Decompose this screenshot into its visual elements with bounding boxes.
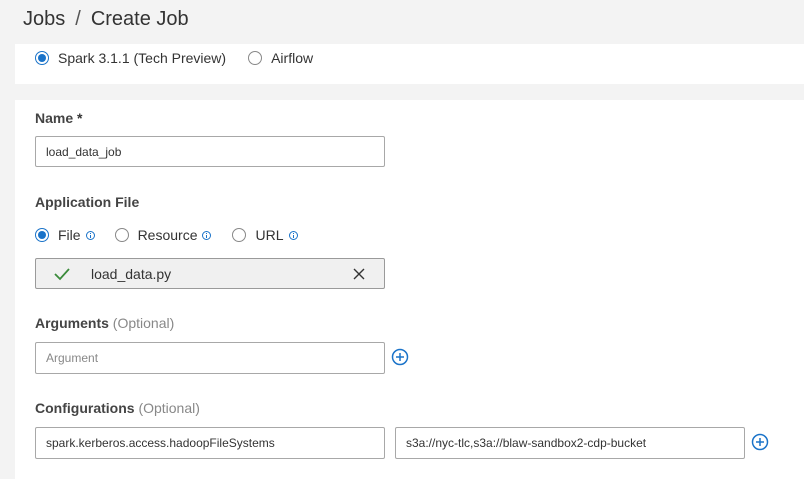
- radio-airflow[interactable]: Airflow: [248, 50, 313, 66]
- page-title: Create Job: [90, 8, 189, 30]
- resource-radio-label: Resource: [137, 227, 198, 243]
- info-icon[interactable]: [202, 230, 212, 240]
- uploaded-file-chip: load_data.py: [35, 258, 385, 289]
- radio-file[interactable]: File: [35, 227, 95, 243]
- airflow-radio-label: Airflow: [271, 50, 314, 66]
- application-file-label: Application File: [35, 194, 140, 210]
- configurations-label: Configurations (Optional): [35, 400, 200, 416]
- spark-radio-button[interactable]: [35, 51, 49, 65]
- name-label: Name *: [35, 110, 82, 126]
- uploaded-file-name: load_data.py: [91, 265, 172, 282]
- file-radio-label: File: [58, 227, 81, 243]
- arguments-label: Arguments (Optional): [35, 315, 174, 331]
- job-type-radio-group: Spark 3.1.1 (Tech Preview) Airflow: [35, 50, 313, 66]
- breadcrumb: Jobs / Create Job: [23, 8, 189, 31]
- add-argument-plus-circle-icon[interactable]: [391, 348, 409, 366]
- radio-url[interactable]: URL: [232, 227, 298, 243]
- info-icon[interactable]: [85, 230, 95, 240]
- breadcrumb-jobs[interactable]: Jobs: [23, 8, 65, 31]
- arguments-label-text: Arguments: [35, 315, 109, 331]
- radio-resource[interactable]: Resource: [114, 227, 212, 243]
- name-label-text: Name: [35, 110, 74, 126]
- name-input[interactable]: [35, 136, 385, 167]
- airflow-radio-button[interactable]: [248, 51, 263, 65]
- spark-radio-label: Spark 3.1.1 (Tech Preview): [58, 50, 227, 66]
- optional-hint: (Optional): [138, 400, 200, 416]
- add-configuration-plus-circle-icon[interactable]: [751, 433, 769, 451]
- file-radio-button[interactable]: [35, 228, 49, 242]
- check-icon: [54, 268, 70, 281]
- url-radio-label: URL: [255, 227, 284, 243]
- radio-spark[interactable]: Spark 3.1.1 (Tech Preview): [35, 50, 226, 66]
- info-icon[interactable]: [288, 230, 298, 240]
- close-icon[interactable]: [353, 268, 365, 280]
- url-radio-button[interactable]: [232, 228, 247, 242]
- breadcrumb-separator: /: [75, 8, 81, 30]
- argument-input[interactable]: [35, 342, 385, 374]
- configurations-label-text: Configurations: [35, 400, 135, 416]
- optional-hint: (Optional): [112, 315, 175, 331]
- configuration-key-input[interactable]: [35, 427, 385, 459]
- resource-radio-button[interactable]: [114, 228, 129, 242]
- page-header: Jobs / Create Job: [0, 0, 804, 48]
- application-file-radio-group: File Resource URL: [35, 227, 298, 243]
- required-mark: *: [77, 110, 83, 126]
- configuration-value-input[interactable]: [395, 427, 745, 459]
